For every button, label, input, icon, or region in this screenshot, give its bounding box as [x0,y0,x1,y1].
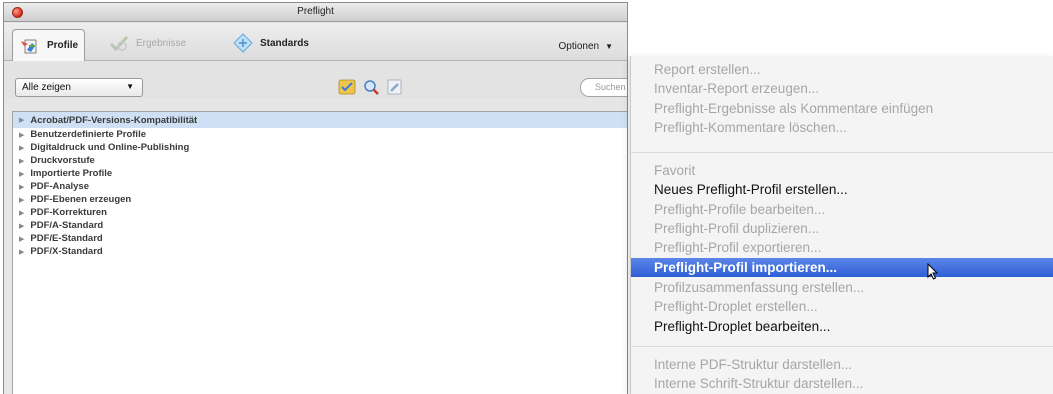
disclosure-triangle-icon[interactable]: ▶ [19,196,24,204]
list-item-pdf-analyse[interactable]: ▶ PDF-Analyse [13,180,627,193]
menu-item-ergebnisse-kommentare[interactable]: Preflight-Ergebnisse als Kommentare einf… [631,99,1053,118]
preflight-window: Preflight Profile Ergebnisse Standards O… [3,2,628,394]
list-item-label: Digitaldruck und Online-Publishing [30,142,190,153]
list-item-label: Druckvorstufe [30,155,95,166]
options-menu-button[interactable]: Optionen ▼ [558,41,613,52]
options-dropdown-menu: Report erstellen... Inventar-Report erze… [630,56,1053,394]
list-item-pdf-a[interactable]: ▶ PDF/A-Standard [13,219,627,232]
menu-item-schrift-struktur[interactable]: Interne Schrift-Struktur darstellen... [631,374,1053,393]
list-item-pdf-korrekturen[interactable]: ▶ PDF-Korrekturen [13,206,627,219]
list-item-label: PDF-Korrekturen [30,207,107,218]
tab-profile[interactable]: Profile [12,29,86,61]
tab-ergebnisse-label: Ergebnisse [136,37,187,49]
menu-item-favorit[interactable]: Favorit [631,161,1053,180]
menu-separator [631,152,1053,153]
profile-list: ▶ Acrobat/PDF-Versions-Kompatibilität ▶ Be… [12,111,627,394]
tab-standards-label: Standards [260,37,309,49]
menu-item-profile-bearbeiten[interactable]: Preflight-Profile bearbeiten... [631,200,1053,219]
disclosure-triangle-icon[interactable]: ▶ [19,157,24,165]
menu-item-droplet-erstellen[interactable]: Preflight-Droplet erstellen... [631,297,1053,316]
list-item-acrobat[interactable]: ▶ Acrobat/PDF-Versions-Kompatibilität [13,112,627,128]
standards-icon [232,32,254,54]
menu-item-kommentare-loeschen[interactable]: Preflight-Kommentare löschen... [631,118,1053,137]
title-bar: Preflight [4,3,627,22]
list-item-label: PDF-Ebenen erzeugen [30,194,132,205]
chevron-down-icon: ▼ [126,82,134,91]
disclosure-triangle-icon[interactable]: ▶ [19,116,24,124]
menu-item-droplet-bearbeiten[interactable]: Preflight-Droplet bearbeiten... [631,317,1053,336]
list-item-pdf-x[interactable]: ▶ PDF/X-Standard [13,245,627,258]
disclosure-triangle-icon[interactable]: ▶ [19,248,24,256]
disclosure-triangle-icon[interactable]: ▶ [19,144,24,152]
options-label: Optionen [558,41,600,52]
disclosure-triangle-icon[interactable]: ▶ [19,222,24,230]
check-profile-button[interactable] [336,77,358,97]
fix-profile-button[interactable] [384,77,406,97]
disclosure-triangle-icon[interactable]: ▶ [19,170,24,178]
menu-item-profil-duplizieren[interactable]: Preflight-Profil duplizieren... [631,219,1053,238]
tab-standards[interactable]: Standards [226,29,315,57]
list-item-label: PDF/A-Standard [30,220,104,231]
menu-item-report-erstellen[interactable]: Report erstellen... [631,60,1053,79]
toolbar: Profile Ergebnisse Standards Optionen ▼ [4,23,627,61]
list-item-label: Importierte Profile [30,168,113,179]
menu-item-inventar-report[interactable]: Inventar-Report erzeugen... [631,79,1053,98]
menu-item-neues-profil[interactable]: Neues Preflight-Profil erstellen... [631,180,1053,199]
list-item-label: PDF/E-Standard [30,233,103,244]
disclosure-triangle-icon[interactable]: ▶ [19,183,24,191]
wrench-icon [387,79,402,95]
disclosure-triangle-icon[interactable]: ▶ [19,235,24,243]
list-item-pdf-e[interactable]: ▶ PDF/E-Standard [13,232,627,245]
disclosure-triangle-icon[interactable]: ▶ [19,209,24,217]
filter-select[interactable]: Alle zeigen ▼ [15,78,143,97]
menu-item-profil-exportieren[interactable]: Preflight-Profil exportieren... [631,238,1053,257]
list-item-pdf-ebenen[interactable]: ▶ PDF-Ebenen erzeugen [13,193,627,206]
menu-separator [631,346,1053,347]
menu-item-profil-importieren[interactable]: Preflight-Profil importieren... [631,258,1053,277]
window-title: Preflight [297,6,334,17]
chevron-down-icon: ▼ [605,42,613,51]
magnifier-icon [364,80,379,95]
list-item-druckvorstufe[interactable]: ▶ Druckvorstufe [13,154,627,167]
filter-bar: Alle zeigen ▼ Suchen [4,62,627,98]
tab-ergebnisse[interactable]: Ergebnisse [102,29,192,57]
search-profile-button[interactable] [360,77,382,97]
check-profile-icon [338,79,356,95]
menu-item-pdf-struktur[interactable]: Interne PDF-Struktur darstellen... [631,355,1053,374]
menu-item-profilzusammenfassung[interactable]: Profilzusammenfassung erstellen... [631,278,1053,297]
disclosure-triangle-icon[interactable]: ▶ [19,131,24,139]
profile-icon [19,35,41,57]
filter-selected-value: Alle zeigen [22,82,71,93]
list-item-label: Acrobat/PDF-Versions-Kompatibilität [30,114,198,126]
search-input[interactable]: Suchen [580,78,627,97]
tab-profile-label: Profile [47,40,79,51]
list-item-label: PDF/X-Standard [30,246,103,257]
list-item-label: PDF-Analyse [30,181,89,192]
list-item-importierte[interactable]: ▶ Importierte Profile [13,167,627,180]
results-icon [108,32,130,54]
list-item-digitaldruck[interactable]: ▶ Digitaldruck und Online-Publishing [13,141,627,154]
list-item-benutzerdefiniert[interactable]: ▶ Benutzerdefinierte Profile [13,128,627,141]
mouse-pointer-icon [927,263,939,280]
list-item-label: Benutzerdefinierte Profile [30,129,146,140]
